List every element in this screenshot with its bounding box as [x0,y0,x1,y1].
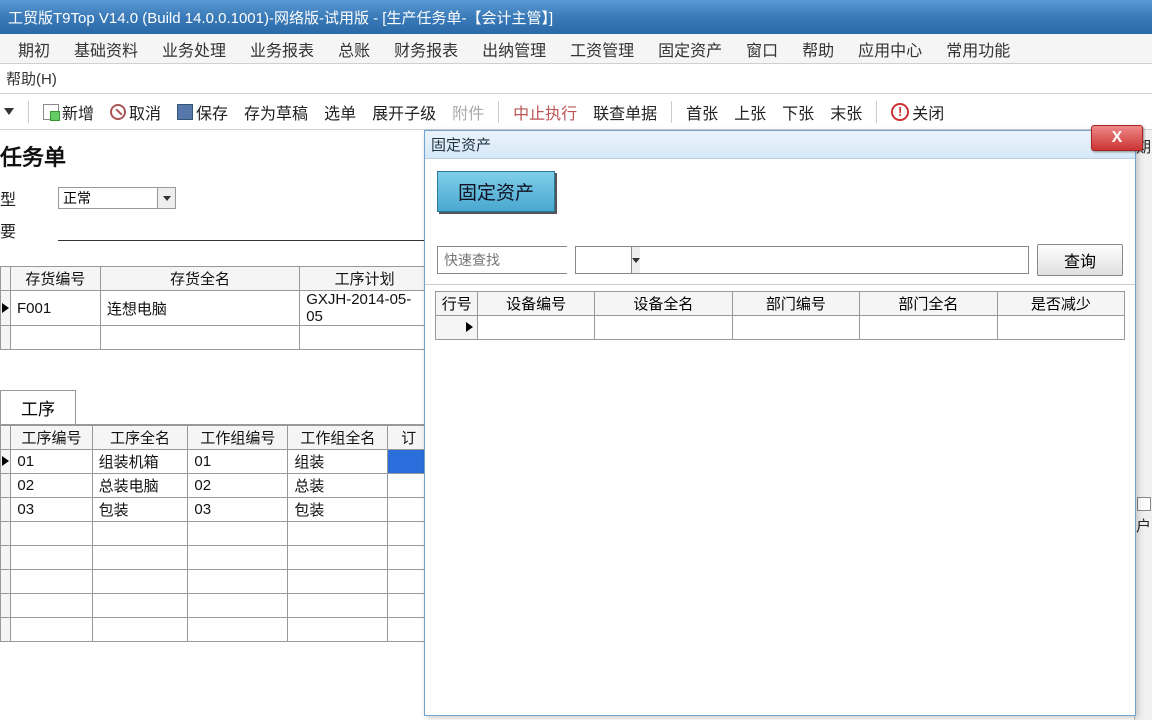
inventory-grid[interactable]: 存货编号 存货全名 工序计划 F001 连想电脑 GXJH-2014-05-05 [0,266,430,350]
next-button[interactable]: 下张 [774,94,822,129]
menu-item[interactable]: 应用中心 [846,37,934,61]
table-row[interactable]: 03 包装 03 包装 [1,498,430,522]
query-button[interactable]: 查询 [1037,244,1123,276]
help-row: 帮助(H) [0,64,1152,94]
dialog-close-button[interactable]: X [1091,125,1143,151]
new-button[interactable]: 新增 [35,94,102,129]
dialog-title: 固定资产 [431,134,491,155]
dialog-search-row: 查询 [425,224,1135,285]
main-menubar: 期初 基础资料 业务处理 业务报表 总账 财务报表 出纳管理 工资管理 固定资产… [0,34,1152,64]
col-header[interactable]: 部门编号 [732,292,859,316]
row-header [1,267,11,291]
col-header[interactable]: 工作组全名 [288,426,388,450]
menu-item[interactable]: 基础资料 [62,37,150,61]
save-icon [177,104,193,120]
col-header[interactable]: 工作组编号 [188,426,288,450]
cell[interactable]: F001 [10,291,100,326]
close-icon: ! [891,103,909,121]
col-header[interactable]: 是否减少 [997,292,1124,316]
menu-item[interactable]: 固定资产 [646,37,734,61]
toolbar: 新增 取消 保存 存为草稿 选单 展开子级 附件 中止执行 联查单据 首张 上张… [0,94,1152,130]
table-row[interactable] [1,522,430,546]
select-button[interactable]: 选单 [316,94,364,129]
table-row[interactable]: F001 连想电脑 GXJH-2014-05-05 [1,291,430,326]
menu-item[interactable]: 帮助 [790,37,846,61]
type-label: 型 [0,186,52,210]
table-row[interactable] [1,594,430,618]
menu-item[interactable]: 财务报表 [382,37,470,61]
cancel-button[interactable]: 取消 [102,94,169,129]
chevron-down-icon[interactable] [158,187,176,209]
table-row[interactable] [1,570,430,594]
cell[interactable]: GXJH-2014-05-05 [300,291,430,326]
menu-item[interactable]: 业务处理 [150,37,238,61]
col-header[interactable]: 存货全名 [100,267,299,291]
table-row[interactable]: 02 总装电脑 02 总装 [1,474,430,498]
expand-button[interactable]: 展开子级 [364,94,444,129]
col-header[interactable]: 工序计划 [300,267,430,291]
cancel-icon [110,104,126,120]
search-text-input[interactable] [575,246,1029,274]
col-header[interactable]: 行号 [436,292,478,316]
toolbar-dropdown-icon[interactable] [4,108,14,115]
draft-button[interactable]: 存为草稿 [236,94,316,129]
col-header[interactable]: 工序编号 [11,426,92,450]
content-area: 任务单 型 要 存货编号 存货全名 工序计划 F001 连想电脑 GXJH-20… [0,130,1152,720]
process-grid[interactable]: 工序编号 工序全名 工作组编号 工作组全名 订 01 组装机箱 01 组装 02… [0,425,430,642]
tab-process[interactable]: 工序 [0,390,76,424]
right-char: 户 [1135,515,1152,536]
menu-item[interactable]: 工资管理 [558,37,646,61]
col-header[interactable]: 工序全名 [92,426,188,450]
last-button[interactable]: 末张 [822,94,870,129]
col-header[interactable]: 存货编号 [10,267,100,291]
window-title: 工贸版T9Top V14.0 (Build 14.0.0.1001)-网络版-试… [8,7,553,28]
menu-item[interactable]: 总账 [326,37,382,61]
right-nav-strip: 期 户 [1134,130,1152,720]
nav-box-icon[interactable] [1137,497,1151,511]
col-header[interactable]: 部门全名 [859,292,997,316]
table-row[interactable] [1,326,430,350]
close-x-icon: X [1112,129,1123,147]
save-button[interactable]: 保存 [169,94,236,129]
new-icon [43,104,59,120]
col-header[interactable]: 设备全名 [594,292,732,316]
menu-item[interactable]: 常用功能 [934,37,1022,61]
help-label[interactable]: 帮助(H) [6,68,57,89]
menu-item[interactable]: 窗口 [734,37,790,61]
menu-item[interactable]: 出纳管理 [470,37,558,61]
fixed-asset-tab-button[interactable]: 固定资产 [437,171,555,212]
first-button[interactable]: 首张 [678,94,726,129]
fixed-asset-dialog: 固定资产 X 固定资产 查询 行号 设备编号 设备全名 部门编号 [424,130,1136,716]
close-button[interactable]: !关闭 [883,94,952,129]
table-row[interactable] [436,316,1125,340]
col-header[interactable]: 设备编号 [478,292,595,316]
type-combo[interactable] [58,187,176,209]
asset-grid-body [435,340,1125,660]
menu-item[interactable]: 期初 [6,37,62,61]
dialog-titlebar[interactable]: 固定资产 X [425,131,1135,159]
table-row[interactable] [1,546,430,570]
linkquery-button[interactable]: 联查单据 [585,94,665,129]
summary-label: 要 [0,218,52,242]
quickfind-combo[interactable] [437,246,567,274]
table-row[interactable] [1,618,430,642]
table-row[interactable]: 01 组装机箱 01 组装 [1,450,430,474]
window-titlebar: 工贸版T9Top V14.0 (Build 14.0.0.1001)-网络版-试… [0,0,1152,34]
cell[interactable]: 连想电脑 [100,291,299,326]
prev-button[interactable]: 上张 [726,94,774,129]
asset-grid[interactable]: 行号 设备编号 设备全名 部门编号 部门全名 是否减少 [435,291,1125,340]
type-input[interactable] [58,187,158,209]
attach-button[interactable]: 附件 [444,94,492,129]
abort-button[interactable]: 中止执行 [505,94,585,129]
menu-item[interactable]: 业务报表 [238,37,326,61]
